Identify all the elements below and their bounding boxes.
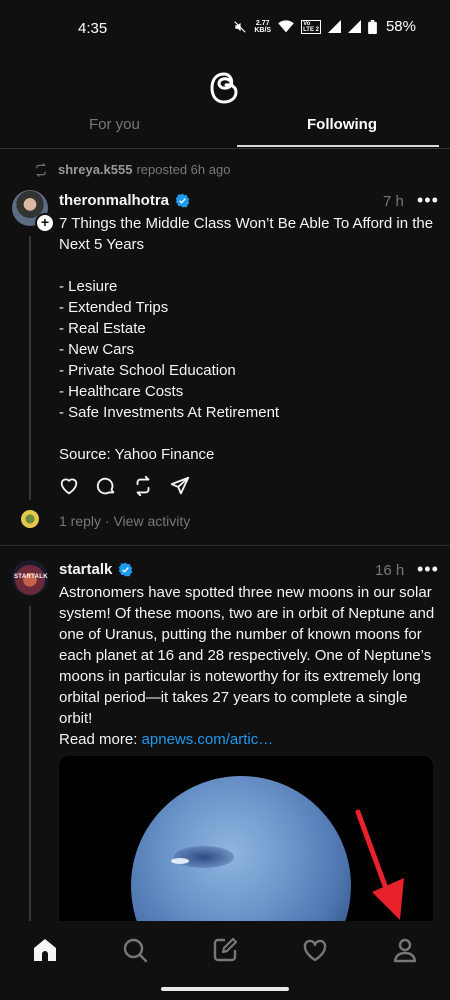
signal-icon-2 (347, 20, 361, 33)
feed-tabs: For you Following (0, 104, 450, 149)
reply-icon[interactable] (95, 475, 117, 497)
bottom-nav (0, 921, 450, 1000)
home-icon[interactable] (32, 937, 58, 963)
signal-icon (327, 20, 341, 33)
read-more-label: Read more: (59, 731, 142, 748)
repost-text: reposted 6h ago (136, 162, 231, 177)
battery-percent: 58% (385, 18, 416, 35)
status-bar: 4:35 2.77 KB/S Vo LTE 2 58% (0, 0, 450, 56)
status-icons: 2.77 KB/S Vo LTE 2 58% (233, 18, 416, 35)
tab-following[interactable]: Following (307, 116, 377, 133)
post-header: theronmalhotra (59, 192, 190, 209)
annotation-arrow-icon (355, 809, 404, 920)
search-icon[interactable] (122, 937, 148, 963)
wifi-icon (278, 20, 294, 33)
neptune-image (131, 776, 351, 936)
compose-icon[interactable] (212, 937, 238, 963)
volte-label: Vo LTE 2 (301, 19, 321, 34)
home-indicator[interactable] (161, 987, 289, 991)
avatar-logo-text: STARTALK (14, 574, 48, 580)
article-link[interactable]: apnews.com/artic… (142, 731, 274, 748)
post-username[interactable]: startalk (59, 561, 112, 578)
post-actions (58, 475, 191, 497)
activity-heart-icon[interactable] (302, 937, 328, 963)
like-icon[interactable] (58, 475, 80, 497)
net-speed: 2.77 KB/S (254, 19, 272, 34)
status-time: 4:35 (78, 20, 108, 37)
repost-action-icon[interactable] (132, 475, 154, 497)
battery-icon (368, 19, 377, 34)
repost-username[interactable]: shreya.k555 (58, 162, 132, 177)
tab-for-you[interactable]: For you (89, 116, 140, 133)
profile-icon[interactable] (392, 937, 418, 963)
thread-line (29, 236, 31, 500)
follow-plus-icon[interactable]: + (35, 213, 55, 233)
reply-count[interactable]: 1 reply · View activity (59, 513, 190, 529)
read-more-line: Read more: apnews.com/artic… (59, 729, 443, 750)
post-time: 7 h (383, 193, 404, 210)
thread-line (29, 606, 31, 922)
post-text: 7 Things the Middle Class Won’t Be Able … (59, 215, 434, 463)
more-options-icon[interactable]: ••• (417, 190, 439, 211)
post-username[interactable]: theronmalhotra (59, 192, 169, 209)
threads-logo-icon[interactable] (205, 68, 245, 108)
post-text: Astronomers have spotted three new moons… (59, 584, 439, 727)
post-divider (0, 545, 450, 546)
verified-badge-icon (119, 562, 133, 577)
more-options-icon[interactable]: ••• (417, 559, 439, 580)
repost-icon (36, 162, 46, 177)
mute-icon (234, 20, 247, 33)
active-tab-indicator (237, 145, 439, 147)
reply-avatar (21, 510, 39, 528)
share-icon[interactable] (169, 475, 191, 497)
repost-indicator: shreya.k555 reposted 6h ago (34, 162, 230, 177)
verified-badge-icon (175, 193, 190, 208)
post-time: 16 h (375, 562, 405, 579)
post-header: startalk (59, 561, 133, 578)
